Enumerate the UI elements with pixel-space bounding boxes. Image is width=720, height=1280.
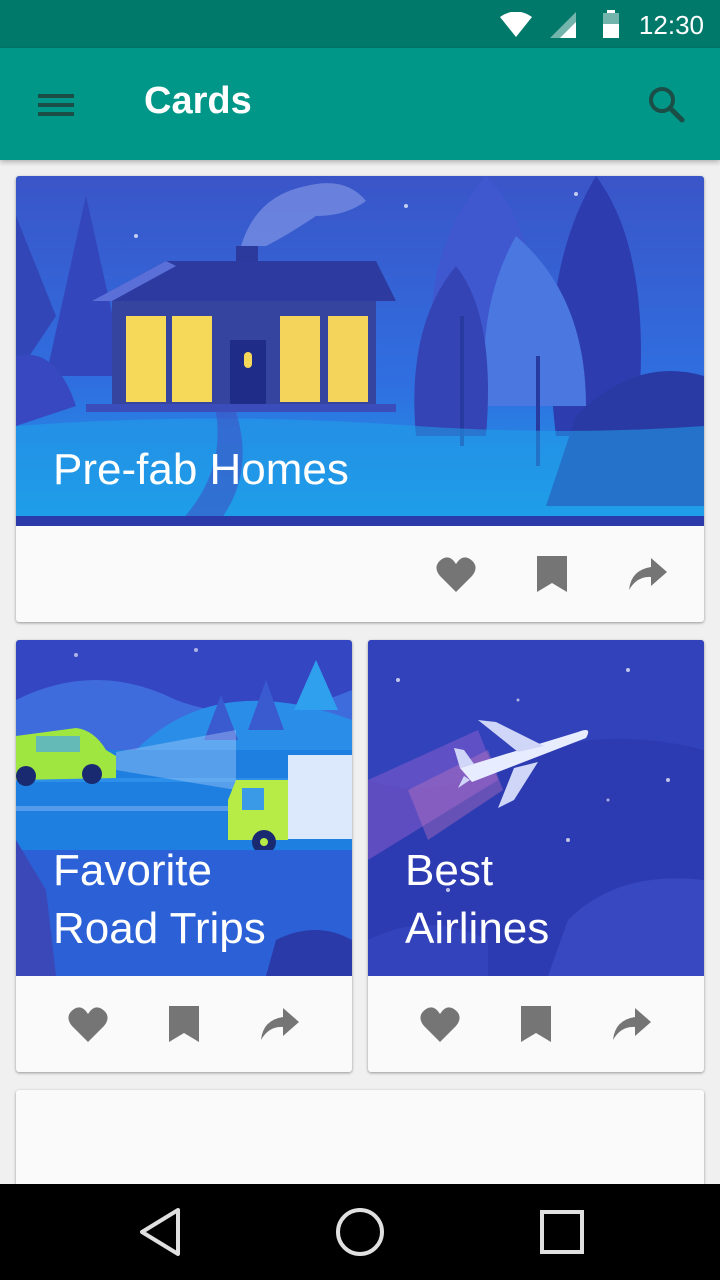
share-icon [613,1008,651,1040]
bookmark-icon [537,556,567,592]
bookmark-button[interactable] [528,550,576,598]
app-bar: Cards [0,48,720,160]
card-road-trips[interactable]: Favorite Road Trips [16,640,352,1072]
card-image-house[interactable]: Pre-fab Homes [16,176,704,526]
bookmark-button[interactable] [512,1000,560,1048]
status-bar: 12:30 [0,0,720,48]
heart-icon [436,557,476,592]
heart-icon [68,1007,108,1042]
card-image-road[interactable]: Favorite Road Trips [16,640,352,976]
favorite-button[interactable] [416,1000,464,1048]
bookmark-icon [169,1006,199,1042]
menu-icon[interactable] [34,86,78,122]
share-icon [629,558,667,590]
share-button[interactable] [624,550,672,598]
page-title: Cards [144,80,252,122]
favorite-button[interactable] [64,1000,112,1048]
back-icon[interactable] [132,1204,188,1260]
bookmark-icon [521,1006,551,1042]
bookmark-button[interactable] [160,1000,208,1048]
card-best-airlines[interactable]: Best Airlines [368,640,704,1072]
card-title-line2: Airlines [405,904,550,953]
home-icon[interactable] [332,1204,388,1260]
battery-icon [603,10,619,38]
card-actions [368,976,704,1072]
card-title: Pre-fab Homes [53,445,349,494]
wifi-icon [500,12,532,37]
recents-icon[interactable] [534,1204,590,1260]
card-actions [16,526,704,622]
cell-signal-icon [550,12,576,38]
share-icon [261,1008,299,1040]
share-button[interactable] [608,1000,656,1048]
card-title-line2: Road Trips [53,904,266,953]
card-prefab-homes[interactable]: Pre-fab Homes [16,176,704,622]
search-icon[interactable] [644,82,688,126]
navigation-bar [0,1184,720,1280]
card-title-line1: Best [405,846,494,895]
card-image-airplane[interactable]: Best Airlines [368,640,704,976]
card-actions [16,976,352,1072]
share-button[interactable] [256,1000,304,1048]
card-title-line1: Favorite [53,846,212,895]
clock: 12:30 [638,10,704,40]
favorite-button[interactable] [432,550,480,598]
heart-icon [420,1007,460,1042]
